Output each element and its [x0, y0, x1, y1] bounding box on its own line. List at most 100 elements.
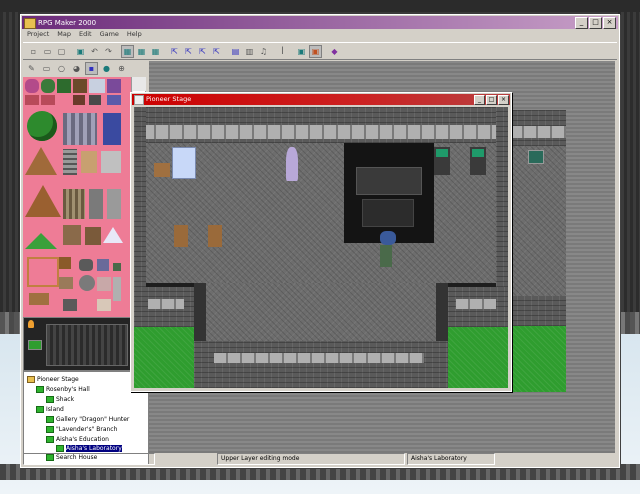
map-icon: [36, 406, 44, 413]
music-icon[interactable]: ♫: [257, 45, 270, 58]
maximize-button[interactable]: □: [589, 17, 602, 29]
circle-icon[interactable]: ○: [55, 62, 68, 75]
material-icon[interactable]: ▥: [243, 45, 256, 58]
map-icon: [46, 396, 54, 403]
tree-item[interactable]: Pioneer Stage: [27, 376, 79, 383]
map-close-button[interactable]: ×: [498, 95, 509, 105]
database-icon[interactable]: ▤: [229, 45, 242, 58]
palette-tile-fence[interactable]: [27, 257, 59, 287]
fullscreen-icon[interactable]: ▣: [295, 45, 308, 58]
zoom-icon[interactable]: ⊕: [115, 62, 128, 75]
palette-tile[interactable]: [73, 95, 85, 105]
tree-item[interactable]: Gallery "Dragon" Hunter: [46, 416, 129, 423]
close-project-icon[interactable]: ▢: [55, 45, 68, 58]
upper-layer-icon[interactable]: ▦: [135, 45, 148, 58]
editor-titlebar[interactable]: RPG Maker 2000 _ □ ×: [22, 16, 618, 29]
palette-tile[interactable]: [89, 189, 103, 219]
palette-tile-grass-slope[interactable]: [25, 233, 57, 249]
minimap-preview[interactable]: [23, 317, 133, 371]
folder-icon: [27, 376, 35, 383]
map-window-icon: [134, 95, 144, 105]
minimize-button[interactable]: _: [575, 17, 588, 29]
tree-item-selected[interactable]: Aisha's Laboratory: [56, 445, 122, 452]
tree-item[interactable]: Rosenby's Hall: [36, 386, 90, 393]
title-screen-icon[interactable]: ▣: [309, 44, 322, 58]
zoom-2-icon[interactable]: ⇱: [182, 45, 195, 58]
palette-tile-tree[interactable]: [27, 111, 57, 141]
pencil-icon[interactable]: ✎: [25, 62, 38, 75]
menu-map[interactable]: Map: [57, 30, 71, 40]
palette-tile[interactable]: [79, 259, 93, 271]
tree-item[interactable]: Aisha's Education: [46, 436, 109, 443]
palette-tile[interactable]: [89, 79, 105, 93]
palette-tile[interactable]: [101, 151, 121, 173]
map-maximize-button[interactable]: □: [486, 95, 497, 105]
palette-tile-hill[interactable]: [25, 147, 57, 175]
save-icon[interactable]: ▣: [74, 45, 87, 58]
map-icon: [46, 426, 54, 433]
palette-tile[interactable]: [25, 95, 39, 105]
zoom-8-icon[interactable]: ⇱: [210, 45, 223, 58]
palette-tile-mountain[interactable]: [25, 185, 61, 217]
palette-tile-snow-slope[interactable]: [103, 227, 123, 243]
tree-item[interactable]: Island: [36, 406, 64, 413]
rectangle-icon[interactable]: ▭: [40, 62, 53, 75]
playtest-icon[interactable]: ◆: [328, 45, 341, 58]
palette-tile[interactable]: [79, 275, 95, 291]
palette-tile[interactable]: [97, 277, 111, 291]
minimap-image: [46, 324, 128, 366]
palette-tile-castle[interactable]: [63, 113, 97, 145]
event-layer-icon[interactable]: ▦: [149, 45, 162, 58]
palette-tile[interactable]: [41, 79, 55, 93]
menu-project[interactable]: Project: [27, 30, 49, 40]
palette-tile[interactable]: [89, 95, 101, 105]
eyedropper-icon[interactable]: ●: [100, 62, 113, 75]
palette-tile[interactable]: [29, 293, 49, 305]
close-button[interactable]: ×: [603, 17, 616, 29]
map-minimize-button[interactable]: _: [474, 95, 485, 105]
select-icon[interactable]: ▪: [85, 61, 98, 75]
palette-tile[interactable]: [63, 225, 81, 245]
machine-tile: [356, 167, 422, 195]
palette-tile-house[interactable]: [81, 151, 97, 173]
script-icon[interactable]: ꟾ: [276, 45, 289, 58]
lower-layer-icon[interactable]: ▦: [121, 44, 134, 58]
redo-icon[interactable]: ↷: [102, 45, 115, 58]
map-canvas[interactable]: [134, 107, 508, 388]
palette-tile[interactable]: [97, 259, 109, 271]
tree-item[interactable]: "Lavender's" Branch: [46, 426, 117, 433]
map-window-titlebar[interactable]: Pioneer Stage _ □ ×: [132, 94, 510, 105]
palette-tile[interactable]: [107, 189, 121, 219]
zoom-4-icon[interactable]: ⇱: [196, 45, 209, 58]
palette-tile-wall[interactable]: [63, 189, 85, 219]
app-title: RPG Maker 2000: [38, 18, 97, 27]
palette-tile-column[interactable]: [63, 149, 77, 175]
menu-game[interactable]: Game: [100, 30, 119, 40]
palette-tile[interactable]: [97, 299, 111, 311]
palette-tile[interactable]: [113, 277, 121, 301]
palette-tile[interactable]: [59, 257, 71, 269]
palette-tile[interactable]: [63, 299, 77, 311]
new-project-icon[interactable]: ▫: [27, 45, 40, 58]
computer-sprite: [470, 147, 486, 175]
palette-tile[interactable]: [73, 79, 87, 93]
open-project-icon[interactable]: ▭: [41, 45, 54, 58]
palette-tile[interactable]: [107, 95, 121, 105]
zoom-1-icon[interactable]: ⇱: [168, 45, 181, 58]
palette-tile[interactable]: [59, 277, 73, 289]
fill-icon[interactable]: ◕: [70, 62, 83, 75]
map-window-title: Pioneer Stage: [146, 95, 192, 103]
menu-edit[interactable]: Edit: [79, 30, 92, 40]
palette-tile[interactable]: [57, 79, 71, 93]
palette-tile[interactable]: [113, 263, 121, 271]
crystal-sprite: [286, 147, 298, 181]
palette-tile[interactable]: [41, 95, 55, 105]
palette-tile-tower[interactable]: [103, 113, 121, 145]
tileset-palette[interactable]: [23, 77, 131, 317]
palette-tile[interactable]: [107, 79, 121, 93]
palette-tile[interactable]: [85, 227, 101, 245]
tree-item[interactable]: Shack: [46, 396, 74, 403]
undo-icon[interactable]: ↶: [88, 45, 101, 58]
menu-help[interactable]: Help: [127, 30, 142, 40]
palette-tile[interactable]: [25, 79, 39, 93]
